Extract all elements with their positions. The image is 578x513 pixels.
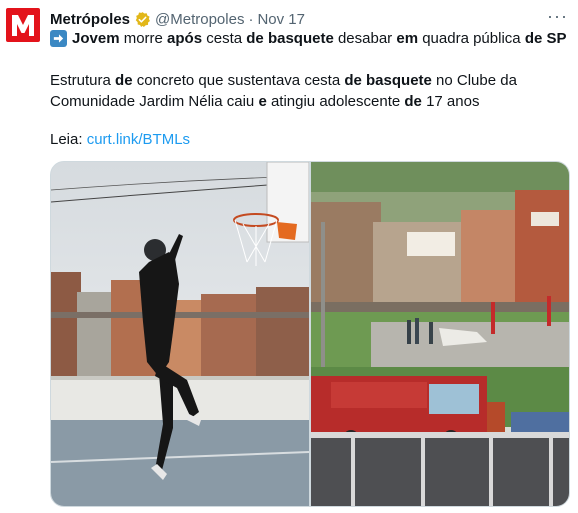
headline-word: de basquete [246,30,334,47]
body-text: de [115,72,133,89]
headline-word: morre [123,30,163,47]
gold-check-icon[interactable] [134,11,151,28]
tweet-card[interactable]: Metrópoles @Metropoles · Nov 17 ··· Jove… [0,0,578,513]
author-name[interactable]: Metrópoles [50,11,130,28]
headline-word: desabar [337,30,393,47]
author-handle[interactable]: @Metropoles [155,11,244,28]
metropoles-logo-icon [12,15,34,36]
collapsed-court-photo[interactable] [311,162,569,506]
basketball-player-photo[interactable] [51,162,309,506]
tweet-header: Metrópoles @Metropoles · Nov 17 ··· [50,7,568,29]
headline-word: Jovem [72,30,120,47]
leia-label: Leia: [50,131,83,148]
body-text: e [258,93,267,110]
body-text: de [404,93,422,110]
media-grid[interactable] [50,161,570,507]
body-text: atingiu adolescente [266,93,405,110]
headline-word: cesta [206,30,243,47]
article-link[interactable]: curt.link/BTMLs [87,131,190,148]
more-options-button[interactable]: ··· [547,7,568,25]
body-text: Estrutura [50,72,116,89]
body-text: 17 anos [421,93,480,110]
separator-dot: · [248,10,254,28]
body-text: de basquete [344,72,432,89]
tweet-body-text: Estrutura de concreto que sustentava ces… [50,70,560,112]
tweet-date[interactable]: Nov 17 [257,11,305,28]
headline-word: quadra pública [422,30,521,47]
headline-word: de SP [524,30,567,47]
headline-word: após [167,30,203,47]
avatar[interactable] [6,8,40,42]
headline: Jovem morre após cesta de basquete desab… [50,30,567,47]
read-more-line: Leia: curt.link/BTMLs [50,131,190,148]
body-text: concreto que sustentava cesta [132,72,345,89]
right-arrow-icon [50,30,67,47]
headline-word: em [396,30,419,47]
